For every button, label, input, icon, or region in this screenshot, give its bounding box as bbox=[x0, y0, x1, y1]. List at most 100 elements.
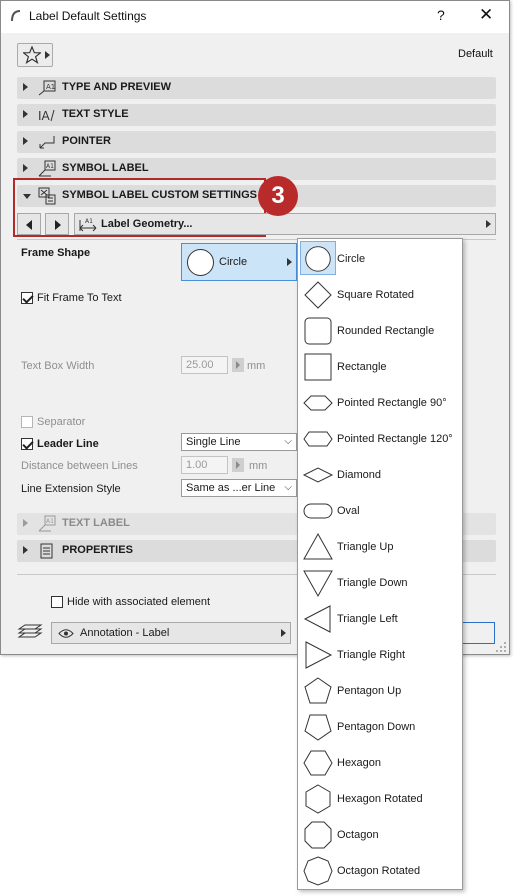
frame-shape-menu: Circle Square Rotated Rounded Rectangle … bbox=[297, 238, 463, 890]
close-button[interactable]: ✕ bbox=[479, 5, 493, 25]
shape-option-triangle-right[interactable]: Triangle Right bbox=[298, 635, 462, 671]
shape-option-pointed-rectangle-90[interactable]: Pointed Rectangle 90° bbox=[298, 383, 462, 419]
text-box-width-input[interactable]: 25.00 bbox=[181, 356, 228, 374]
expand-arrow-icon bbox=[23, 164, 28, 172]
shape-option-hexagon[interactable]: Hexagon bbox=[298, 743, 462, 779]
svg-text:A1: A1 bbox=[46, 83, 55, 91]
ok-button[interactable] bbox=[463, 622, 495, 644]
leader-line-select[interactable]: Single Line ⌵ bbox=[181, 433, 297, 451]
help-button[interactable]: ? bbox=[437, 7, 445, 23]
window-title: Label Default Settings bbox=[29, 9, 147, 23]
frame-shape-value: Circle bbox=[219, 256, 248, 268]
shape-option-triangle-down[interactable]: Triangle Down bbox=[298, 563, 462, 599]
panel-pointer[interactable]: POINTER bbox=[17, 131, 496, 153]
expand-arrow-icon bbox=[23, 546, 28, 554]
distance-lines-unit: mm bbox=[249, 460, 268, 472]
next-page-button[interactable] bbox=[45, 213, 69, 235]
panel-label: POINTER bbox=[62, 135, 111, 147]
distance-lines-label: Distance between Lines bbox=[21, 460, 138, 472]
panel-text-style[interactable]: IA TEXT STYLE bbox=[17, 104, 496, 126]
pointed-rectangle-90-shape-icon bbox=[303, 395, 333, 411]
shape-option-square-rotated[interactable]: Square Rotated bbox=[298, 275, 462, 311]
text-box-width-unit: mm bbox=[247, 360, 266, 372]
shape-option-octagon[interactable]: Octagon bbox=[298, 815, 462, 851]
line-extension-select[interactable]: Same as ...er Line ⌵ bbox=[181, 479, 297, 497]
hexagon-shape-icon bbox=[303, 750, 333, 776]
octagon-rotated-shape-icon bbox=[303, 856, 333, 886]
frame-shape-picker[interactable]: Circle bbox=[181, 243, 297, 281]
chevron-down-icon: ⌵ bbox=[284, 436, 292, 447]
shape-option-circle[interactable]: Circle bbox=[298, 239, 462, 275]
shape-option-diamond[interactable]: Diamond bbox=[298, 455, 462, 491]
shape-option-rounded-rectangle[interactable]: Rounded Rectangle bbox=[298, 311, 462, 347]
shape-option-label: Square Rotated bbox=[337, 289, 415, 301]
shape-option-octagon-rotated[interactable]: Octagon Rotated bbox=[298, 851, 462, 887]
shape-option-label: Triangle Up bbox=[337, 541, 394, 553]
pentagon-up-shape-icon bbox=[304, 677, 332, 704]
text-box-width-label: Text Box Width bbox=[21, 360, 95, 372]
panel-label: SYMBOL LABEL bbox=[62, 162, 149, 174]
panel-label: TEXT LABEL bbox=[62, 517, 130, 529]
pointed-rectangle-120-shape-icon bbox=[303, 431, 333, 447]
layer-selector[interactable]: Annotation - Label bbox=[51, 622, 291, 644]
frame-shape-label: Frame Shape bbox=[21, 247, 91, 259]
page-selector[interactable]: A1 Label Geometry... bbox=[74, 213, 496, 235]
shape-option-pentagon-up[interactable]: Pentagon Up bbox=[298, 671, 462, 707]
star-icon bbox=[23, 46, 41, 64]
stepper-icon[interactable] bbox=[232, 358, 244, 372]
chevron-down-icon: ⌵ bbox=[284, 482, 292, 493]
panel-label: TYPE AND PREVIEW bbox=[62, 81, 171, 93]
shape-option-rectangle[interactable]: Rectangle bbox=[298, 347, 462, 383]
octagon-shape-icon bbox=[304, 821, 332, 849]
square-rotated-shape-icon bbox=[304, 281, 332, 309]
hide-with-element-label: Hide with associated element bbox=[67, 596, 211, 608]
shape-option-hexagon-rotated[interactable]: Hexagon Rotated bbox=[298, 779, 462, 815]
panel-symbol-label[interactable]: A1 SYMBOL LABEL bbox=[17, 158, 496, 180]
resize-grip-icon[interactable] bbox=[495, 641, 507, 653]
fit-frame-label: Fit Frame To Text bbox=[37, 292, 122, 304]
distance-lines-input[interactable]: 1.00 bbox=[181, 456, 228, 474]
text-label-icon: A1 bbox=[38, 515, 56, 532]
panel-label: PROPERTIES bbox=[62, 544, 133, 556]
leader-line-label: Leader Line bbox=[37, 438, 99, 450]
hide-with-element-checkbox[interactable] bbox=[51, 596, 63, 608]
circle-shape-icon bbox=[300, 241, 336, 275]
shape-option-triangle-up[interactable]: Triangle Up bbox=[298, 527, 462, 563]
previous-page-button[interactable] bbox=[17, 213, 41, 235]
leader-line-checkbox[interactable] bbox=[21, 438, 33, 450]
rounded-rectangle-shape-icon bbox=[304, 317, 332, 345]
panel-type-and-preview[interactable]: A1 TYPE AND PREVIEW bbox=[17, 77, 496, 99]
properties-icon bbox=[40, 543, 53, 559]
shape-option-label: Hexagon Rotated bbox=[337, 793, 423, 805]
expand-arrow-icon bbox=[23, 110, 28, 118]
shape-option-pointed-rectangle-120[interactable]: Pointed Rectangle 120° bbox=[298, 419, 462, 455]
triangle-up-shape-icon bbox=[303, 532, 333, 560]
stepper-icon[interactable] bbox=[232, 458, 244, 472]
shape-option-label: Circle bbox=[337, 253, 366, 265]
favorites-button[interactable] bbox=[17, 43, 53, 67]
shape-option-label: Octagon bbox=[337, 829, 379, 841]
svg-text:IA: IA bbox=[38, 109, 51, 123]
layer-value: Annotation - Label bbox=[80, 627, 170, 639]
circle-shape-icon bbox=[187, 249, 214, 276]
shape-option-label: Diamond bbox=[337, 469, 382, 481]
expand-arrow-icon bbox=[23, 137, 28, 145]
preview-icon: A1 bbox=[38, 80, 56, 96]
diamond-shape-icon bbox=[302, 467, 334, 483]
layers-icon bbox=[17, 624, 43, 638]
triangle-down-shape-icon bbox=[303, 570, 333, 598]
separator-checkbox[interactable] bbox=[21, 416, 33, 428]
fit-frame-checkbox[interactable] bbox=[21, 292, 33, 304]
shape-option-pentagon-down[interactable]: Pentagon Down bbox=[298, 707, 462, 743]
shape-option-oval[interactable]: Oval bbox=[298, 491, 462, 527]
shape-option-label: Rounded Rectangle bbox=[337, 325, 435, 337]
shape-option-label: Pointed Rectangle 90° bbox=[337, 397, 447, 409]
arrow-right-icon bbox=[55, 220, 61, 230]
shape-option-triangle-left[interactable]: Triangle Left bbox=[298, 599, 462, 635]
label-geometry-icon: A1 bbox=[79, 218, 97, 232]
rectangle-shape-icon bbox=[304, 353, 332, 381]
eye-icon bbox=[58, 629, 74, 638]
symbol-label-icon: A1 bbox=[38, 160, 56, 177]
line-extension-value: Same as ...er Line bbox=[186, 482, 276, 494]
shape-option-label: Pointed Rectangle 120° bbox=[337, 433, 453, 445]
